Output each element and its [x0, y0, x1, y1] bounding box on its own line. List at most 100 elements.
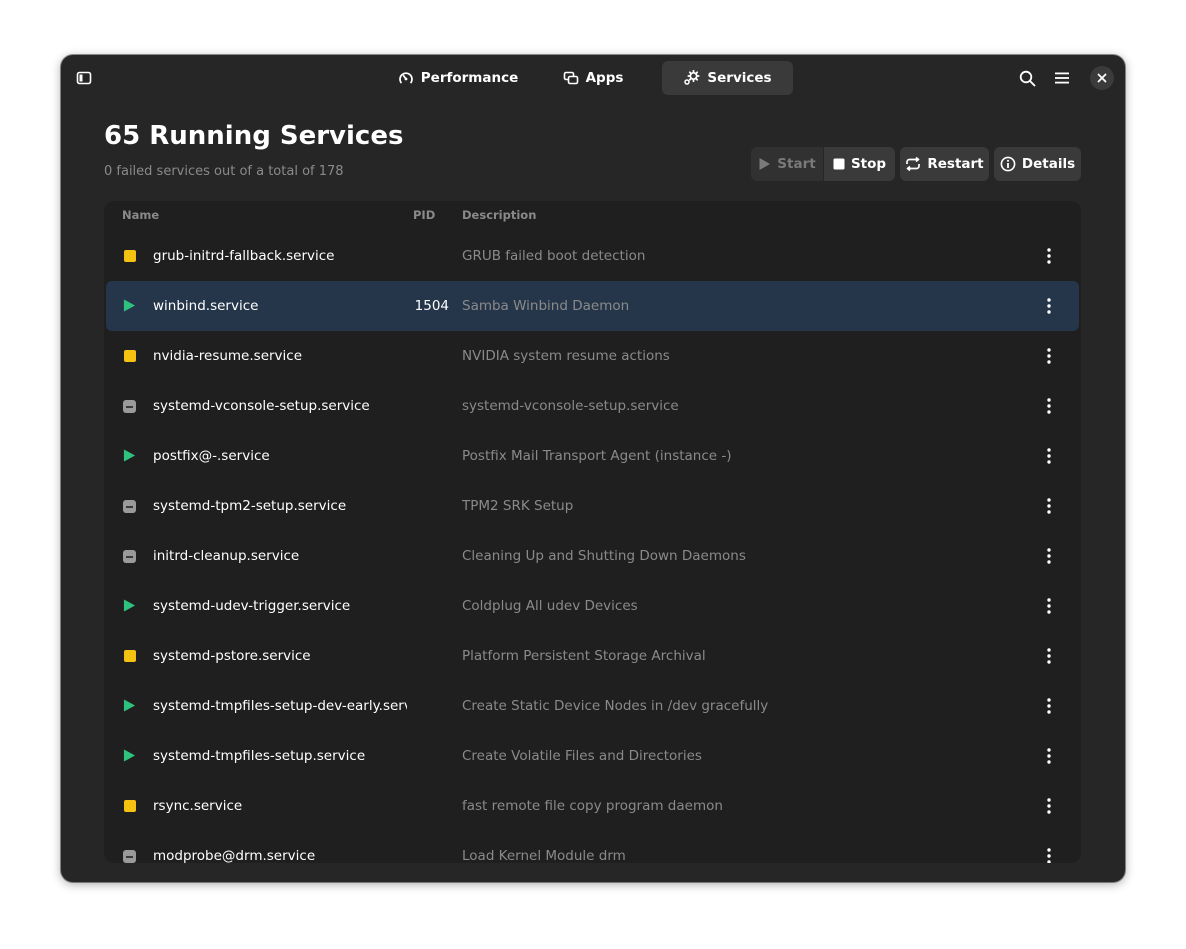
inactive-status-icon — [123, 500, 136, 513]
close-window-button[interactable] — [1090, 66, 1114, 90]
tab-performance-label: Performance — [420, 70, 519, 86]
page-title: 65 Running Services — [104, 121, 404, 151]
stop-icon — [833, 158, 845, 170]
services-list: grub-initrd-fallback.service GRUB failed … — [104, 231, 1081, 863]
row-menu-button[interactable] — [1040, 597, 1058, 615]
service-row[interactable]: winbind.service 1504 Samba Winbind Daemon — [106, 281, 1079, 331]
service-name: winbind.service — [153, 298, 259, 314]
service-row[interactable]: rsync.service fast remote file copy progr… — [104, 781, 1081, 831]
kebab-menu-icon — [1047, 398, 1051, 414]
inactive-status-icon — [123, 550, 136, 563]
tab-apps[interactable]: Apps — [524, 61, 662, 95]
service-name: initrd-cleanup.service — [153, 548, 300, 564]
stop-button[interactable]: Stop — [824, 147, 895, 181]
service-row[interactable]: systemd-tmpfiles-setup.service Create Vol… — [104, 731, 1081, 781]
service-row[interactable]: systemd-pstore.service Platform Persisten… — [104, 631, 1081, 681]
service-description: TPM2 SRK Setup — [462, 498, 574, 514]
services-table: Name PID Description grub-initrd-fallbac… — [104, 201, 1081, 863]
play-icon — [759, 158, 771, 170]
service-row[interactable]: modprobe@drm.service Load Kernel Module d… — [104, 831, 1081, 863]
service-description: Platform Persistent Storage Archival — [462, 648, 706, 664]
start-button[interactable]: Start — [751, 147, 823, 181]
kebab-menu-icon — [1047, 548, 1051, 564]
row-menu-button[interactable] — [1040, 497, 1058, 515]
details-button-label: Details — [1021, 156, 1076, 172]
view-switcher: Performance Apps Services — [392, 61, 793, 95]
row-menu-button[interactable] — [1040, 247, 1058, 265]
running-status-icon — [123, 449, 136, 462]
start-button-label: Start — [777, 156, 816, 172]
stopped-status-icon — [124, 350, 136, 362]
service-description: fast remote file copy program daemon — [462, 798, 723, 814]
service-description: Postfix Mail Transport Agent (instance -… — [462, 448, 732, 464]
column-header-name[interactable]: Name — [122, 208, 159, 222]
running-status-icon — [123, 699, 136, 712]
column-header-pid[interactable]: PID — [413, 208, 435, 222]
service-row[interactable]: initrd-cleanup.service Cleaning Up and Sh… — [104, 531, 1081, 581]
service-name: systemd-udev-trigger.service — [153, 598, 351, 614]
service-description: NVIDIA system resume actions — [462, 348, 670, 364]
kebab-menu-icon — [1047, 598, 1051, 614]
service-row[interactable]: grub-initrd-fallback.service GRUB failed … — [104, 231, 1081, 281]
inactive-status-icon — [123, 400, 136, 413]
kebab-menu-icon — [1047, 648, 1051, 664]
row-menu-button[interactable] — [1040, 847, 1058, 863]
sidebar-toggle-button[interactable] — [71, 63, 97, 93]
stopped-status-icon — [124, 250, 136, 262]
row-menu-button[interactable] — [1040, 647, 1058, 665]
kebab-menu-icon — [1047, 248, 1051, 264]
tab-apps-label: Apps — [585, 70, 624, 86]
details-button[interactable]: Details — [994, 147, 1081, 181]
service-name: systemd-tmpfiles-setup.service — [153, 748, 366, 764]
restart-button-label: Restart — [927, 156, 984, 172]
row-menu-button[interactable] — [1040, 447, 1058, 465]
service-row[interactable]: systemd-tpm2-setup.service TPM2 SRK Setup — [104, 481, 1081, 531]
main-menu-button[interactable] — [1048, 63, 1076, 93]
row-menu-button[interactable] — [1040, 347, 1058, 365]
service-row[interactable]: nvidia-resume.service NVIDIA system resum… — [104, 331, 1081, 381]
search-button[interactable] — [1013, 63, 1041, 93]
service-row[interactable]: postfix@-.service Postfix Mail Transport … — [104, 431, 1081, 481]
service-row[interactable]: systemd-udev-trigger.service Coldplug All… — [104, 581, 1081, 631]
restart-button[interactable]: Restart — [900, 147, 989, 181]
tab-services[interactable]: Services — [662, 61, 793, 95]
row-menu-button[interactable] — [1040, 797, 1058, 815]
service-description: Load Kernel Module drm — [462, 848, 626, 863]
service-name: systemd-vconsole-setup.service — [153, 398, 370, 414]
row-menu-button[interactable] — [1040, 297, 1058, 315]
page-subtitle: 0 failed services out of a total of 178 — [104, 164, 344, 179]
service-name: systemd-tpm2-setup.service — [153, 498, 347, 514]
info-icon — [1000, 156, 1016, 172]
service-name: systemd-tmpfiles-setup-dev-early.servi — [153, 698, 407, 714]
hamburger-menu-icon — [1055, 72, 1069, 84]
row-menu-button[interactable] — [1040, 397, 1058, 415]
service-name: postfix@-.service — [153, 448, 270, 464]
close-icon — [1097, 73, 1107, 83]
row-menu-button[interactable] — [1040, 547, 1058, 565]
service-pid: 1504 — [414, 298, 449, 314]
service-row[interactable]: systemd-vconsole-setup.service systemd-vc… — [104, 381, 1081, 431]
headerbar: Performance Apps Services — [61, 55, 1125, 101]
row-menu-button[interactable] — [1040, 697, 1058, 715]
stop-button-label: Stop — [850, 156, 887, 172]
service-name: systemd-pstore.service — [153, 648, 311, 664]
kebab-menu-icon — [1047, 448, 1051, 464]
row-menu-button[interactable] — [1040, 747, 1058, 765]
service-description: Create Volatile Files and Directories — [462, 748, 702, 764]
column-header-description[interactable]: Description — [462, 208, 536, 222]
service-row[interactable]: systemd-tmpfiles-setup-dev-early.servi Cr… — [104, 681, 1081, 731]
service-description: GRUB failed boot detection — [462, 248, 646, 264]
service-name: modprobe@drm.service — [153, 848, 316, 863]
service-name: grub-initrd-fallback.service — [153, 248, 335, 264]
running-status-icon — [123, 599, 136, 612]
kebab-menu-icon — [1047, 348, 1051, 364]
kebab-menu-icon — [1047, 498, 1051, 514]
apps-icon — [563, 71, 578, 85]
stopped-status-icon — [124, 650, 136, 662]
tab-performance[interactable]: Performance — [392, 61, 524, 95]
service-name: nvidia-resume.service — [153, 348, 303, 364]
stopped-status-icon — [124, 800, 136, 812]
kebab-menu-icon — [1047, 748, 1051, 764]
tab-services-label: Services — [707, 70, 772, 86]
service-description: Create Static Device Nodes in /dev grace… — [462, 698, 769, 714]
